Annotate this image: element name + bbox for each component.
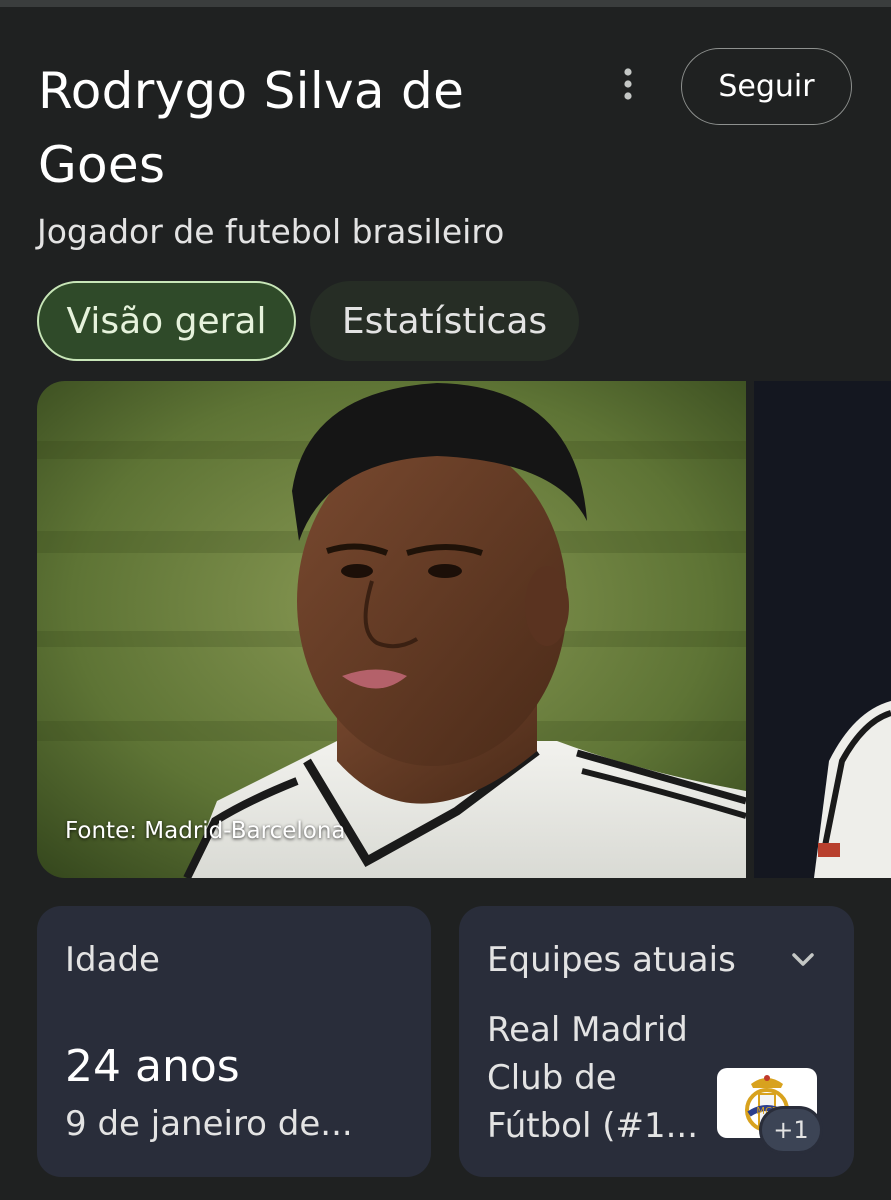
follow-button[interactable]: Seguir: [681, 48, 852, 125]
age-value: 24 anos: [65, 1041, 240, 1092]
team-name-line-2: Club de: [487, 1058, 617, 1098]
team-name-line-1: Real Madrid: [487, 1010, 688, 1050]
title-line-2: Goes: [38, 136, 166, 194]
more-options-button[interactable]: [608, 60, 648, 108]
age-label: Idade: [65, 940, 160, 980]
title-line-1: Rodrygo Silva de: [38, 62, 465, 120]
secondary-photo[interactable]: [754, 381, 891, 878]
photo-source-caption: Fonte: Madrid-Barcelona: [65, 818, 346, 844]
chevron-down-icon[interactable]: [785, 942, 821, 978]
team-name-line-3: Fútbol (#1...: [487, 1106, 699, 1146]
more-teams-badge[interactable]: +1: [759, 1106, 823, 1154]
teams-label: Equipes atuais: [487, 940, 736, 980]
tab-overview[interactable]: Visão geral: [37, 281, 296, 361]
entity-title: Rodrygo Silva de Goes: [38, 54, 598, 202]
age-card: Idade 24 anos 9 de janeiro de...: [37, 906, 431, 1177]
top-edge: [0, 0, 891, 7]
secondary-photo-image: [754, 381, 891, 878]
team-name: Real Madrid Club de Fútbol (#1...: [487, 1006, 717, 1150]
entity-subtitle: Jogador de futebol brasileiro: [37, 212, 505, 251]
more-vert-icon: [624, 68, 632, 100]
main-photo[interactable]: Fonte: Madrid-Barcelona: [37, 381, 746, 878]
tab-statistics[interactable]: Estatísticas: [310, 281, 579, 361]
birth-date: 9 de janeiro de...: [65, 1104, 353, 1144]
current-teams-card[interactable]: Equipes atuais Real Madrid Club de Fútbo…: [459, 906, 854, 1177]
player-photo: [37, 381, 746, 878]
